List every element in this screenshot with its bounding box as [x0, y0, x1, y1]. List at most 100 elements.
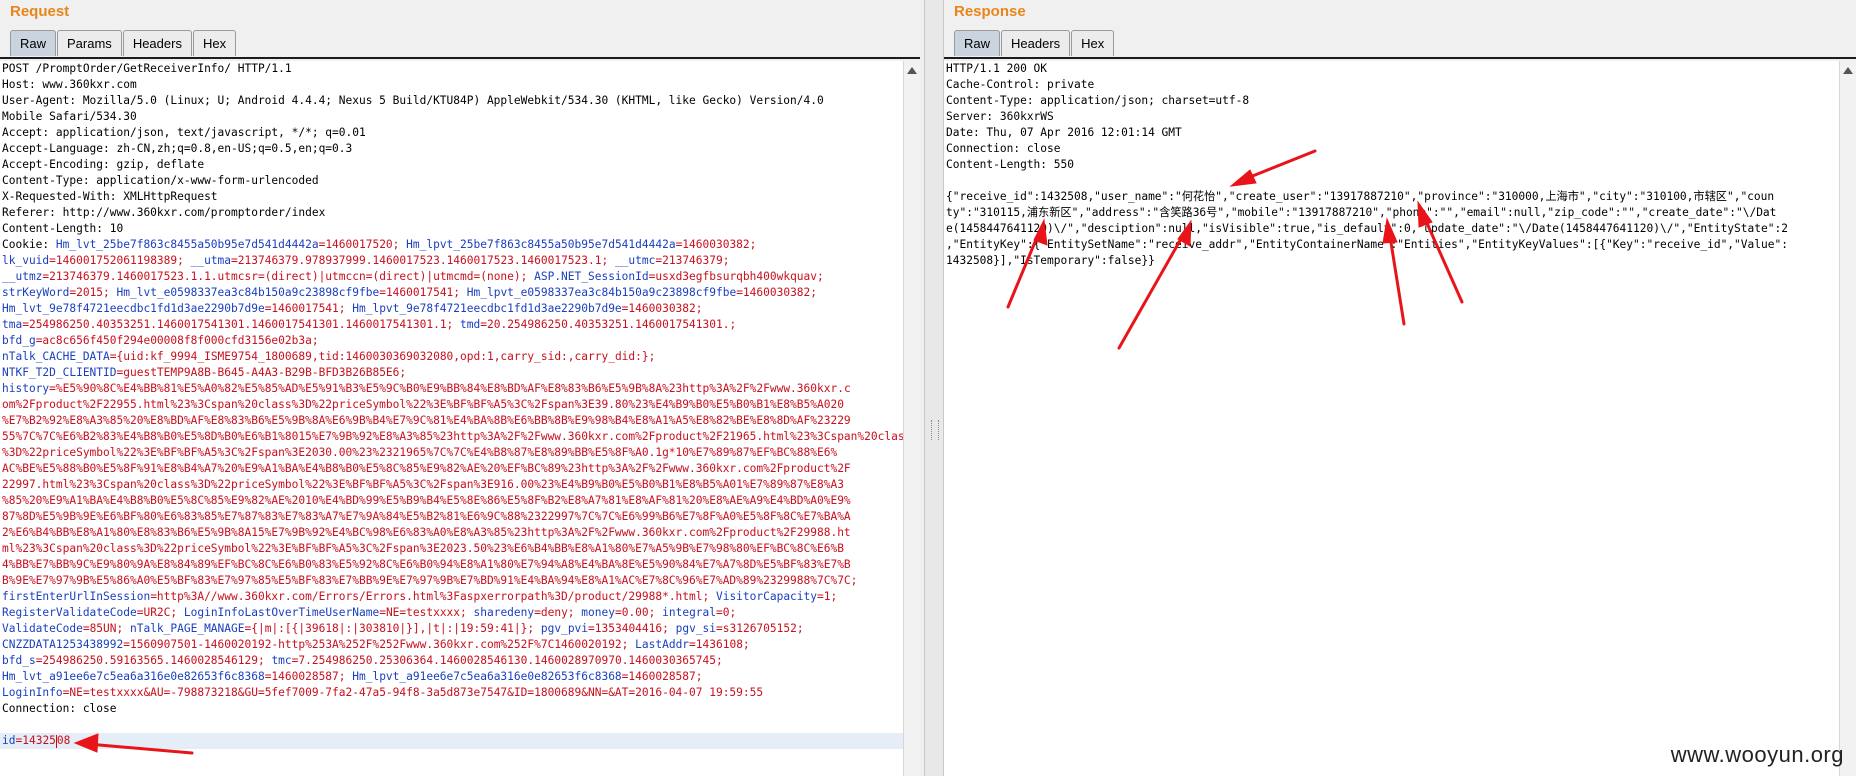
- cookie-line: __utmz=213746379.1460017523.1.1.utmcsr=(…: [0, 269, 903, 285]
- request-editor[interactable]: POST /PromptOrder/GetReceiverInfo/ HTTP/…: [0, 61, 903, 776]
- cookie-line: RegisterValidateCode=UR2C; LoginInfoLast…: [0, 605, 903, 621]
- cookie-value: ml%23%3Cspan%20class%3D%22priceSymbol%22…: [2, 542, 844, 555]
- tab-params[interactable]: Params: [57, 30, 122, 56]
- cookie-line: Cookie: Hm_lvt_25be7f863c8455a50b95e7d54…: [0, 237, 903, 253]
- cookie-line: NTKF_T2D_CLIENTID=guestTEMP9A8B-B645-A4A…: [0, 365, 903, 381]
- cookie-value: AC%BE%E5%88%B0%E5%8F%91%E8%B4%A7%20%E9%A…: [2, 462, 851, 475]
- tab-hex[interactable]: Hex: [1071, 30, 1115, 56]
- request-header-line: POST /PromptOrder/GetReceiverInfo/ HTTP/…: [2, 62, 292, 75]
- cookie-name: VisitorCapacity: [715, 590, 818, 603]
- response-body: {"receive_id":1432508,"user_name":"何花怡",…: [944, 189, 1839, 269]
- cookie-line: 2%E6%B4%BB%E8%A1%80%E8%83%B6%E5%9B%8A15%…: [0, 525, 903, 541]
- request-blank-line: [0, 717, 903, 733]
- cookie-name: money: [581, 606, 615, 619]
- request-cookies: Cookie: Hm_lvt_25be7f863c8455a50b95e7d54…: [0, 237, 903, 701]
- cookie-name: __utma: [190, 254, 232, 267]
- cookie-name: Hm_lpvt_a91ee6e7c5ea6a316e0e82653f6c8368: [352, 670, 622, 683]
- cookie-value: =NE=testxxxx;: [379, 606, 474, 619]
- tab-raw[interactable]: Raw: [10, 30, 57, 56]
- cookie-name: nTalk_PAGE_MANAGE: [129, 622, 245, 635]
- cookie-name: __utmz: [2, 270, 43, 283]
- cookie-name: nTalk_CACHE_DATA: [2, 350, 110, 363]
- cookie-value: =1;: [817, 590, 838, 603]
- body-param-value-a: 14325: [22, 734, 56, 747]
- cookie-value: om%2Fproduct%2F22955.html%23%3Cspan%20cl…: [2, 398, 844, 411]
- cookie-line: B%9E%E7%97%9B%E5%86%A0%E5%BF%83%E7%97%85…: [0, 573, 903, 589]
- cookie-value: 4%BB%E7%BB%9C%E9%80%9A%E8%84%89%EF%BC%8C…: [2, 558, 851, 571]
- cookie-value: 87%8D%E5%9B%9E%E6%BF%80%E6%83%85%E7%87%8…: [2, 510, 851, 523]
- cookie-name: bfd_s: [2, 654, 36, 667]
- cookie-line: %85%20%E9%A1%BA%E4%B8%B0%E5%8C%85%E9%82%…: [0, 493, 903, 509]
- cookie-name: history: [2, 382, 50, 395]
- cookie-value: %85%20%E9%A1%BA%E4%B8%B0%E5%8C%85%E9%82%…: [2, 494, 851, 507]
- cookie-value: =146001752061198389;: [49, 254, 191, 267]
- response-headers: HTTP/1.1 200 OK Cache-Control: private Con…: [944, 61, 1839, 173]
- tab-raw[interactable]: Raw: [954, 30, 1001, 56]
- cookie-name: tmd: [460, 318, 481, 331]
- cookie-value: =1460030382;: [675, 238, 757, 251]
- cookie-value: =guestTEMP9A8B-B645-A4A3-B29B-BFD3B26B85…: [116, 366, 407, 379]
- cookie-line: bfd_s=254986250.59163565.1460028546129; …: [0, 653, 903, 669]
- tab-headers[interactable]: Headers: [122, 30, 192, 56]
- cookie-value: =1460017541;: [264, 302, 353, 315]
- cookie-line: tma=254986250.40353251.1460017541301.146…: [0, 317, 903, 333]
- cookie-name: CNZZDATA1253438992: [2, 638, 124, 651]
- cookie-line: %3D%22priceSymbol%22%3E%BF%BF%A5%3C%2Fsp…: [0, 445, 903, 461]
- cookie-value: =1460028587;: [264, 670, 353, 683]
- cookie-name: lk_vuid: [2, 254, 50, 267]
- response-tabs: Raw Headers Hex: [954, 30, 1115, 57]
- response-header-line: Date: Thu, 07 Apr 2016 12:01:14 GMT: [946, 126, 1182, 139]
- cookie-value: =254986250.59163565.1460028546129;: [35, 654, 272, 667]
- cookie-name: strKeyWord: [2, 286, 70, 299]
- cookie-line: Hm_lvt_9e78f4721eecdbc1fd1d3ae2290b7d9e=…: [0, 301, 903, 317]
- request-scrollbar[interactable]: [903, 61, 920, 776]
- cookie-name: Hm_lpvt_e0598337ea3c84b150a9c23898cf9fbe: [466, 286, 737, 299]
- tab-hex[interactable]: Hex: [192, 30, 237, 56]
- cookie-value: =1460017520;: [318, 238, 407, 251]
- cookie-line: 22997.html%23%3Cspan%20class%3D%22priceS…: [0, 477, 903, 493]
- cookie-value: %3D%22priceSymbol%22%3E%BF%BF%A5%3C%2Fsp…: [2, 446, 838, 459]
- scroll-up-icon[interactable]: [907, 67, 917, 74]
- request-header-line: Content-Length: 10: [2, 222, 124, 235]
- response-editor[interactable]: HTTP/1.1 200 OK Cache-Control: private Con…: [944, 61, 1839, 776]
- tab-underline: [0, 57, 920, 59]
- cookie-name: tma: [2, 318, 23, 331]
- cookie-value: =ac8c656f450f294e00008f8f000cfd3156e02b3…: [35, 334, 319, 347]
- header-key: Cookie:: [2, 238, 56, 251]
- cookie-name: LoginInfo: [2, 686, 63, 699]
- cookie-name: Hm_lvt_a91ee6e7c5ea6a316e0e82653f6c8368: [2, 670, 265, 683]
- cookie-name: integral: [662, 606, 717, 619]
- cookie-name: tmc: [271, 654, 292, 667]
- cookie-name: firstEnterUrlInSession: [2, 590, 151, 603]
- scroll-up-icon[interactable]: [1843, 67, 1853, 74]
- request-connection: Connection: close: [2, 702, 117, 715]
- response-header-line: Content-Type: application/json; charset=…: [946, 94, 1250, 107]
- tab-headers[interactable]: Headers: [1001, 30, 1071, 56]
- pane-splitter[interactable]: [924, 0, 944, 776]
- request-body[interactable]: id=1432508: [0, 733, 903, 749]
- response-scrollbar[interactable]: [1839, 61, 1856, 776]
- cookie-line: firstEnterUrlInSession=http%3A//www.360k…: [0, 589, 903, 605]
- request-header-line: Referer: http://www.360kxr.com/promptord…: [2, 206, 326, 219]
- cookie-name: Hm_lvt_e0598337ea3c84b150a9c23898cf9fbe: [116, 286, 380, 299]
- request-pane: Request Raw Params Headers Hex POST /Pro…: [0, 0, 924, 776]
- cookie-value: =1460017541;: [379, 286, 467, 299]
- response-header-line: Cache-Control: private: [946, 78, 1095, 91]
- cookie-value: =7.254986250.25306364.1460028546130.1460…: [291, 654, 723, 667]
- request-title: Request: [10, 3, 70, 20]
- cookie-value: =0.00;: [614, 606, 663, 619]
- response-header-line: Content-Length: 550: [946, 158, 1074, 171]
- response-body-line: ,"EntityKey":{"EntitySetName":"receive_a…: [946, 238, 1788, 251]
- cookie-line: bfd_g=ac8c656f450f294e00008f8f000cfd3156…: [0, 333, 903, 349]
- cookie-value: =http%3A//www.360kxr.com/Errors/Errors.h…: [150, 590, 716, 603]
- tab-underline: [944, 57, 1856, 59]
- cookie-value: =%E5%90%8C%E4%BB%81%E5%A0%82%E5%85%AD%E5…: [49, 382, 851, 395]
- cookie-value: =usxd3egfbsurqbh400wkquav;: [648, 270, 824, 283]
- splitter-grip-icon[interactable]: [931, 420, 939, 440]
- cookie-value: =2015;: [69, 286, 117, 299]
- cookie-value: =0;: [716, 606, 737, 619]
- cookie-line: history=%E5%90%8C%E4%BB%81%E5%A0%82%E5%8…: [0, 381, 903, 397]
- cookie-value: =213746379.1460017523.1.1.utmcsr=(direct…: [42, 270, 535, 283]
- cookie-line: LoginInfo=NE=testxxxx&AU=-798873218&GU=5…: [0, 685, 903, 701]
- request-header-line: Host: www.360kxr.com: [2, 78, 137, 91]
